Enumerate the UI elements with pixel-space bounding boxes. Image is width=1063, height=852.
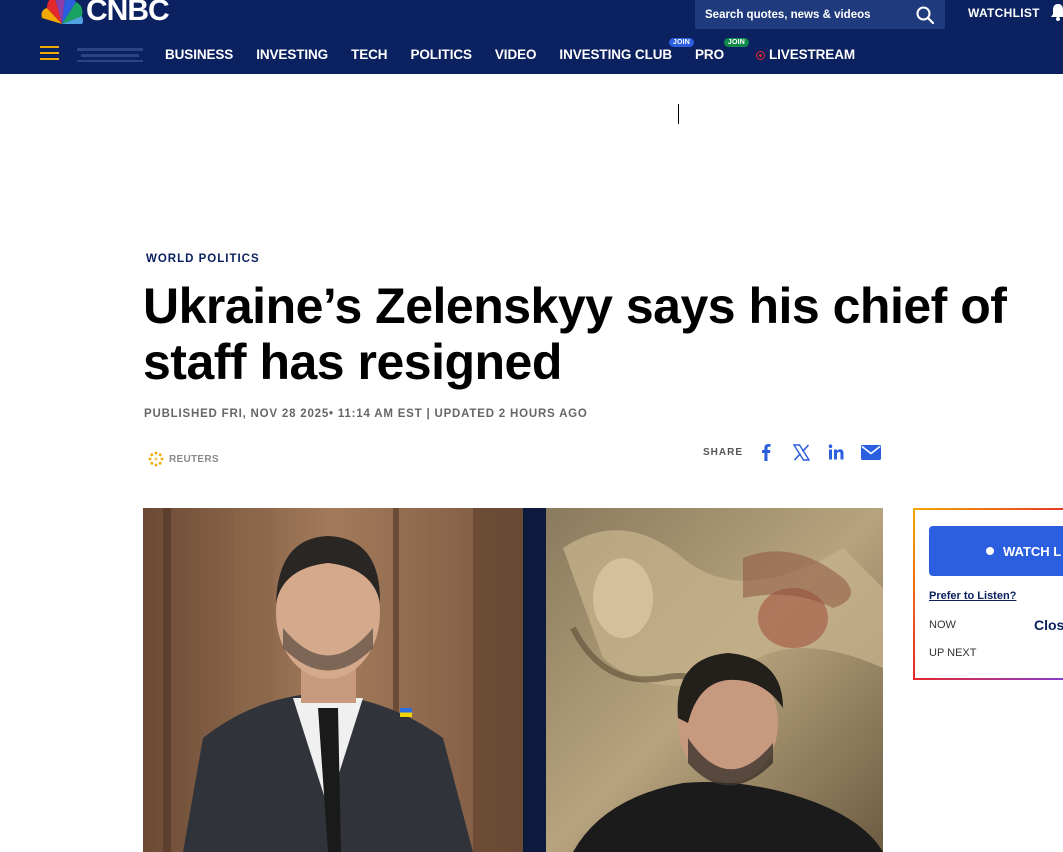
nav-investing[interactable]: INVESTING: [256, 47, 328, 62]
share-bar: SHARE: [703, 441, 895, 463]
logo-text: CNBC: [86, 0, 170, 27]
nav-tech[interactable]: TECH: [351, 47, 387, 62]
nav-video[interactable]: VIDEO: [495, 47, 537, 62]
join-badge: JOIN: [723, 38, 749, 47]
email-icon: [861, 444, 882, 460]
live-dot-icon: [986, 547, 994, 555]
facebook-icon: [762, 444, 771, 461]
article-kicker[interactable]: WORLD POLITICS: [146, 253, 260, 265]
share-x-button[interactable]: [790, 441, 812, 463]
live-tv-widget: WATCH L Prefer to Listen? NOW Clos UP NE…: [913, 508, 1063, 680]
up-next-label: UP NEXT: [929, 647, 977, 659]
promo-logo: [77, 46, 143, 64]
headline-line-2: staff has resigned: [143, 334, 562, 390]
share-facebook-button[interactable]: [755, 441, 777, 463]
bell-button[interactable]: [1050, 3, 1063, 26]
article-hero-image[interactable]: [143, 508, 883, 852]
linkedin-icon: [828, 444, 844, 460]
bell-icon: [1051, 4, 1063, 21]
nav-livestream[interactable]: LIVESTREAM: [756, 47, 855, 62]
source-label: REUTERS: [169, 453, 219, 465]
article-headline: Ukraine’s Zelenskyy says his chief of st…: [143, 278, 1063, 390]
reuters-icon: [148, 451, 164, 467]
source-attribution: REUTERS: [147, 450, 219, 468]
main-nav: BUSINESS INVESTING TECH POLITICS VIDEO I…: [165, 38, 878, 62]
share-label: SHARE: [703, 446, 744, 458]
now-label: NOW: [929, 619, 956, 631]
site-header: CNBC WATCHLIST BUSINESS INVESTING TECH P…: [0, 0, 1063, 74]
share-email-button[interactable]: [860, 441, 882, 463]
search-button[interactable]: [913, 3, 937, 27]
cnbc-logo[interactable]: CNBC: [40, 0, 170, 28]
menu-icon: [40, 46, 59, 48]
search-input[interactable]: [695, 0, 905, 29]
search-icon: [916, 6, 934, 24]
nav-business[interactable]: BUSINESS: [165, 47, 233, 62]
article-timestamp: PUBLISHED FRI, NOV 28 2025• 11:14 AM EST…: [144, 408, 588, 420]
ad-slot: [0, 74, 1063, 234]
watch-live-label: WATCH L: [1003, 543, 1062, 559]
nav-politics[interactable]: POLITICS: [410, 47, 472, 62]
nav-pro[interactable]: PRO JOIN: [695, 38, 749, 62]
nav-investing-club[interactable]: INVESTING CLUB JOIN: [559, 38, 695, 62]
search-bar: [695, 0, 945, 29]
watchlist-link[interactable]: WATCHLIST: [968, 6, 1040, 20]
now-playing-title[interactable]: Clos: [1034, 617, 1063, 633]
share-linkedin-button[interactable]: [825, 441, 847, 463]
watch-live-button[interactable]: WATCH L: [929, 526, 1063, 576]
join-badge: JOIN: [668, 38, 695, 47]
x-icon: [792, 443, 810, 461]
peacock-icon: [41, 0, 83, 24]
prefer-to-listen-link[interactable]: Prefer to Listen?: [929, 590, 1016, 602]
menu-button[interactable]: [40, 46, 59, 62]
text-cursor: [678, 104, 679, 124]
live-icon: [756, 51, 765, 60]
headline-line-1: Ukraine’s Zelenskyy says his chief of: [143, 278, 1007, 334]
